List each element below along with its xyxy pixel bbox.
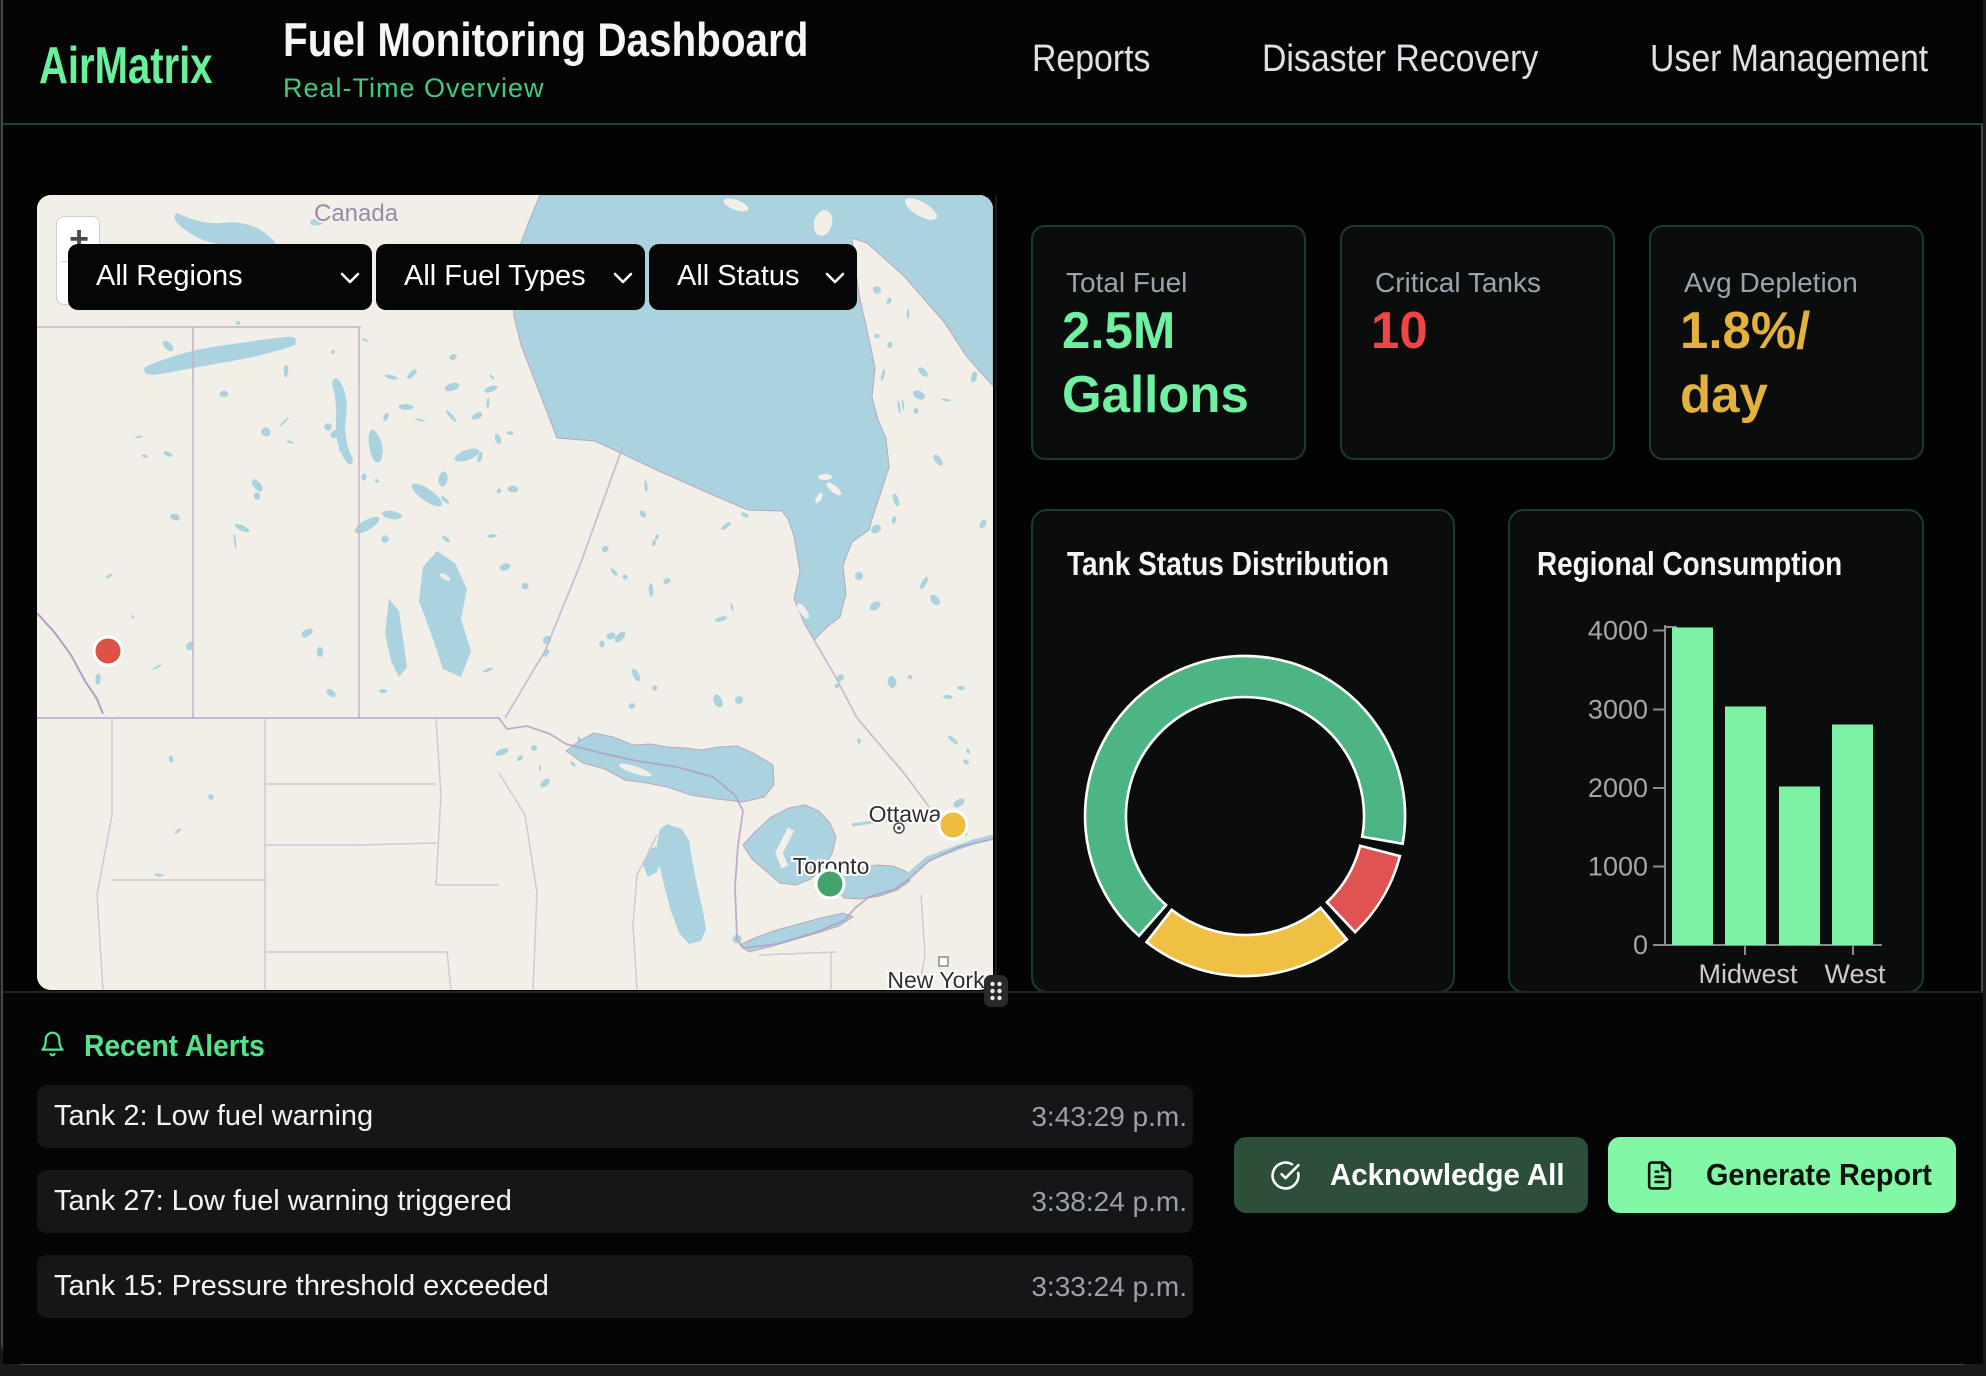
svg-text:West: West [1824,959,1886,989]
svg-text:New York: New York [887,967,985,990]
svg-text:2000: 2000 [1588,773,1648,803]
svg-text:Midwest: Midwest [1698,959,1798,989]
svg-text:Canada: Canada [314,200,399,227]
svg-text:1000: 1000 [1588,852,1648,882]
svg-text:Ottawa: Ottawa [869,801,942,827]
svg-text:4000: 4000 [1588,616,1648,646]
svg-text:3000: 3000 [1588,695,1648,725]
svg-text:0: 0 [1633,930,1648,960]
